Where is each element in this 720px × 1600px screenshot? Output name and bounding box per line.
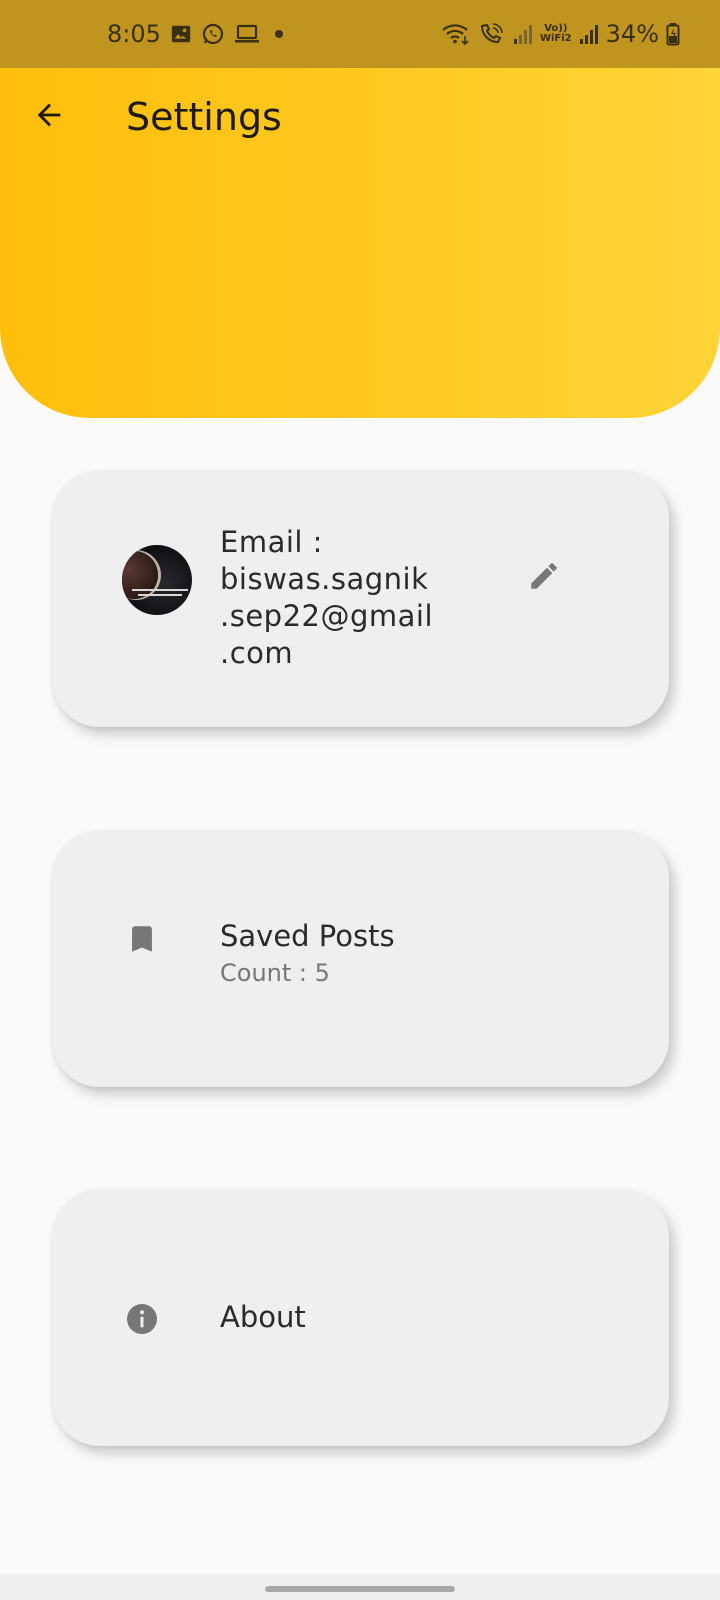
status-time: 8:05 xyxy=(107,20,161,48)
laptop-icon xyxy=(234,23,260,45)
page-title: Settings xyxy=(126,95,282,139)
about-title: About xyxy=(220,1300,306,1334)
pencil-icon xyxy=(527,559,561,597)
whatsapp-icon xyxy=(201,22,225,46)
status-bar: 8:05 Vo)) WiFi2 34% xyxy=(0,0,720,68)
saved-posts-card[interactable]: Saved Posts Count : 5 xyxy=(52,830,669,1087)
email-text: Email : biswas.sagnik .sep22@gmail .com xyxy=(220,524,460,672)
bookmark-icon xyxy=(124,921,160,957)
email-value-line: .sep22@gmail xyxy=(220,599,434,633)
back-button[interactable] xyxy=(26,94,72,140)
signal-icon xyxy=(579,23,599,45)
avatar-text-graphic xyxy=(132,589,188,591)
wifi-icon xyxy=(441,22,471,46)
edit-email-button[interactable] xyxy=(524,558,564,598)
status-left: 8:05 xyxy=(107,0,283,68)
header: Settings xyxy=(0,68,720,418)
volte-bottom: WiFi2 xyxy=(539,33,572,44)
avatar[interactable] xyxy=(122,545,192,615)
avatar-planet-graphic xyxy=(122,551,158,599)
signal-icon xyxy=(513,23,533,45)
dot-icon xyxy=(274,30,283,38)
home-gesture-handle[interactable] xyxy=(265,1586,455,1592)
email-value-line: .com xyxy=(220,636,294,670)
wifi-call-icon xyxy=(478,22,506,46)
email-card: Email : biswas.sagnik .sep22@gmail .com xyxy=(52,470,669,727)
info-icon xyxy=(124,1301,160,1337)
email-label: Email : xyxy=(220,525,323,559)
email-value-line: biswas.sagnik xyxy=(220,562,429,596)
about-card[interactable]: About xyxy=(52,1189,669,1446)
status-right: Vo)) WiFi2 34% xyxy=(441,0,680,68)
battery-icon xyxy=(666,22,680,46)
image-icon xyxy=(170,23,192,45)
saved-posts-count: Count : 5 xyxy=(220,959,330,987)
navigation-bar xyxy=(0,1574,720,1600)
saved-posts-title: Saved Posts xyxy=(220,919,395,953)
arrow-back-icon xyxy=(32,98,66,136)
battery-percent: 34% xyxy=(605,20,659,48)
volte-indicator: Vo)) WiFi2 xyxy=(540,24,572,44)
avatar-text-graphic xyxy=(138,594,182,596)
